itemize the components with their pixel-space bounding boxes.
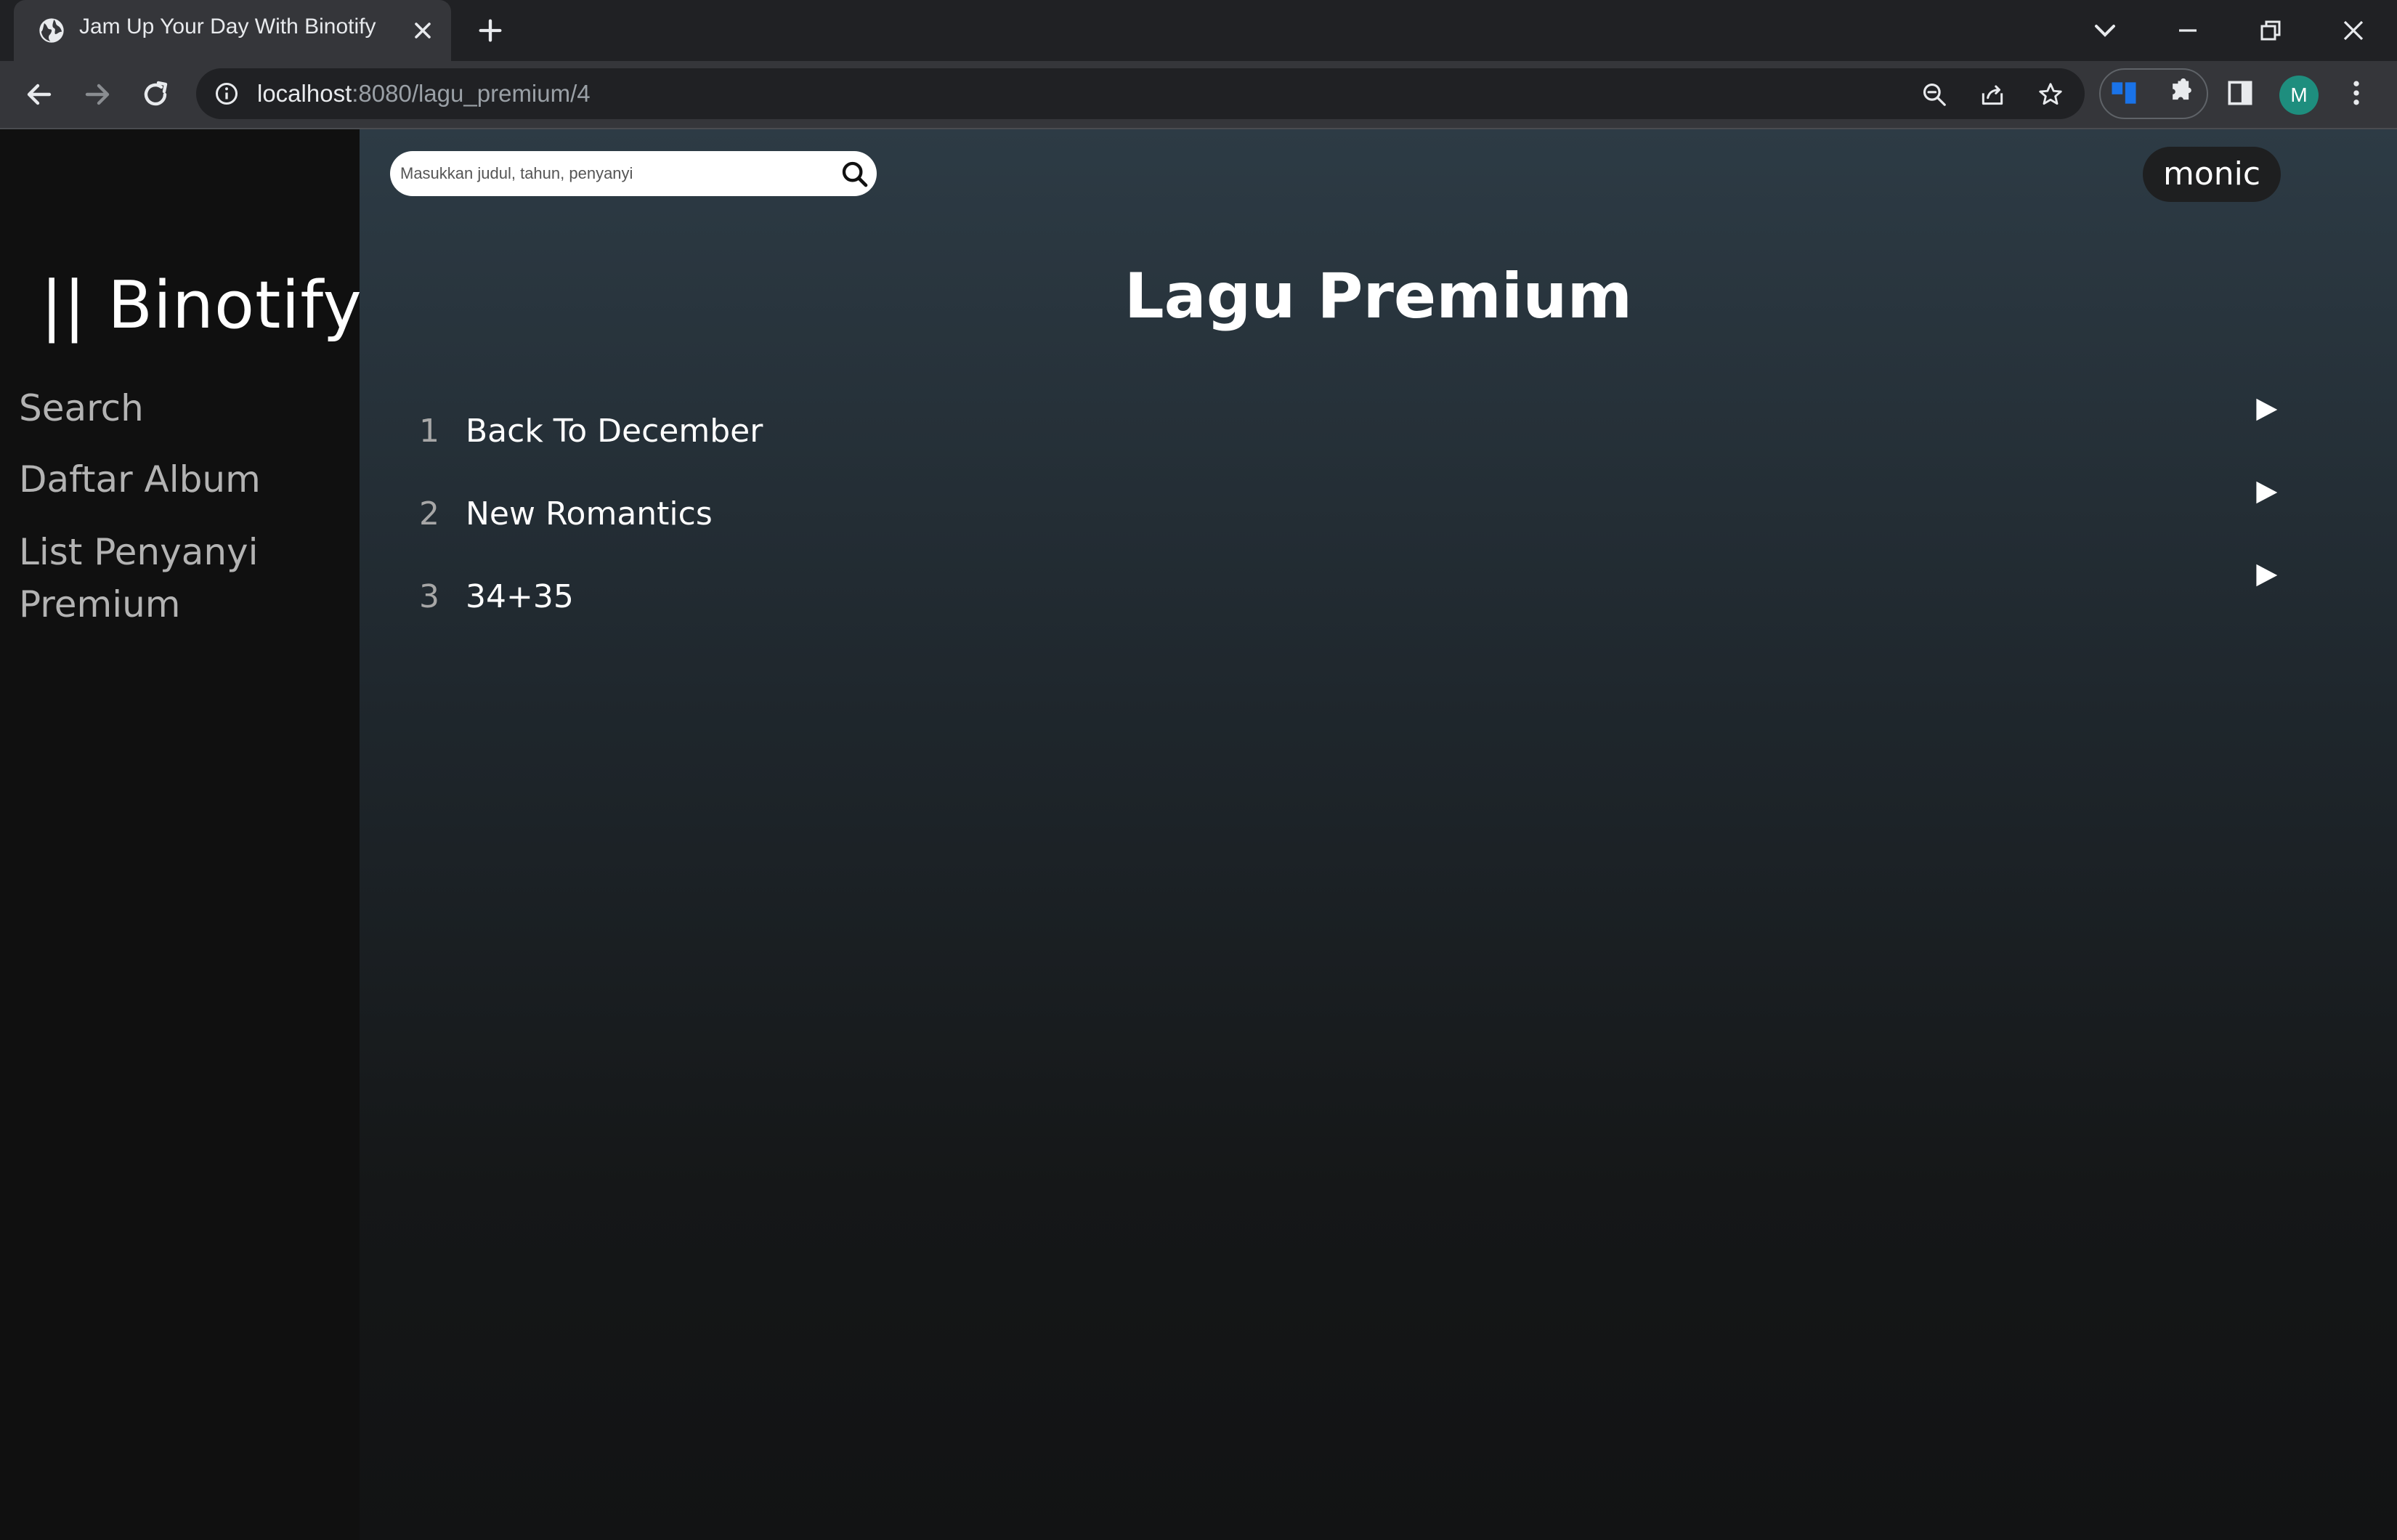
- globe-icon: [39, 18, 64, 43]
- play-icon[interactable]: [2254, 397, 2279, 423]
- search-bar: [390, 151, 877, 196]
- side-panel-icon[interactable]: [2224, 77, 2256, 109]
- app-logo[interactable]: || Binotify: [41, 267, 362, 344]
- song-row[interactable]: 1 Back To December: [360, 398, 2397, 495]
- sidebar-item-search[interactable]: Search: [19, 382, 338, 434]
- profile-avatar[interactable]: M: [2279, 76, 2319, 115]
- song-row[interactable]: 3 34+35: [360, 564, 2397, 661]
- tab-search-chevron-icon[interactable]: [2088, 13, 2122, 48]
- browser-tab[interactable]: Jam Up Your Day With Binotify: [14, 0, 451, 61]
- url-text: localhost:8080/lagu_premium/4: [257, 80, 591, 108]
- play-icon[interactable]: [2254, 562, 2279, 588]
- song-number: 1: [419, 413, 439, 450]
- forward-icon[interactable]: [80, 77, 115, 112]
- user-menu-button[interactable]: monic: [2143, 147, 2281, 202]
- browser-tab-strip: Jam Up Your Day With Binotify: [0, 0, 2397, 61]
- url-path: :8080/lagu_premium/4: [352, 80, 591, 107]
- song-row[interactable]: 2 New Romantics: [360, 481, 2397, 578]
- extensions-puzzle-icon[interactable]: [2166, 77, 2198, 109]
- song-number: 3: [419, 578, 439, 615]
- bookmark-star-icon[interactable]: [2037, 81, 2064, 108]
- close-tab-icon[interactable]: [410, 17, 436, 44]
- search-icon[interactable]: [840, 160, 869, 189]
- sidebar: || Binotify Search Daftar Album List Pen…: [0, 129, 362, 1540]
- site-info-icon[interactable]: [214, 81, 240, 107]
- share-icon[interactable]: [1979, 81, 2006, 108]
- page-title: Lagu Premium: [1124, 260, 1633, 333]
- song-title[interactable]: New Romantics: [466, 495, 713, 532]
- more-menu-icon[interactable]: [2340, 77, 2372, 109]
- reload-icon[interactable]: [138, 77, 173, 112]
- song-number: 2: [419, 495, 439, 532]
- back-icon[interactable]: [22, 77, 57, 112]
- address-bar[interactable]: localhost:8080/lagu_premium/4: [196, 68, 2085, 119]
- close-window-icon[interactable]: [2336, 13, 2371, 48]
- url-host: localhost: [257, 80, 352, 107]
- play-icon[interactable]: [2254, 479, 2279, 506]
- main-content: monic Lagu Premium 1 Back To December 2 …: [360, 129, 2397, 1540]
- song-list: 1 Back To December 2 New Romantics 3 34+…: [360, 398, 2397, 661]
- trello-extension-icon[interactable]: [2108, 77, 2140, 109]
- sidebar-item-list-penyanyi-premium[interactable]: List Penyanyi Premium: [19, 526, 338, 631]
- search-input[interactable]: [400, 151, 822, 196]
- new-tab-icon[interactable]: [476, 16, 505, 45]
- zoom-out-icon[interactable]: [1921, 81, 1948, 108]
- song-title[interactable]: Back To December: [466, 413, 763, 450]
- web-page: || Binotify Search Daftar Album List Pen…: [0, 129, 2397, 1540]
- song-title[interactable]: 34+35: [466, 578, 574, 615]
- sidebar-item-daftar-album[interactable]: Daftar Album: [19, 453, 338, 506]
- tab-title: Jam Up Your Day With Binotify: [79, 15, 376, 38]
- minimize-icon[interactable]: [2170, 13, 2205, 48]
- browser-toolbar: localhost:8080/lagu_premium/4 M: [0, 61, 2397, 129]
- restore-icon[interactable]: [2253, 13, 2288, 48]
